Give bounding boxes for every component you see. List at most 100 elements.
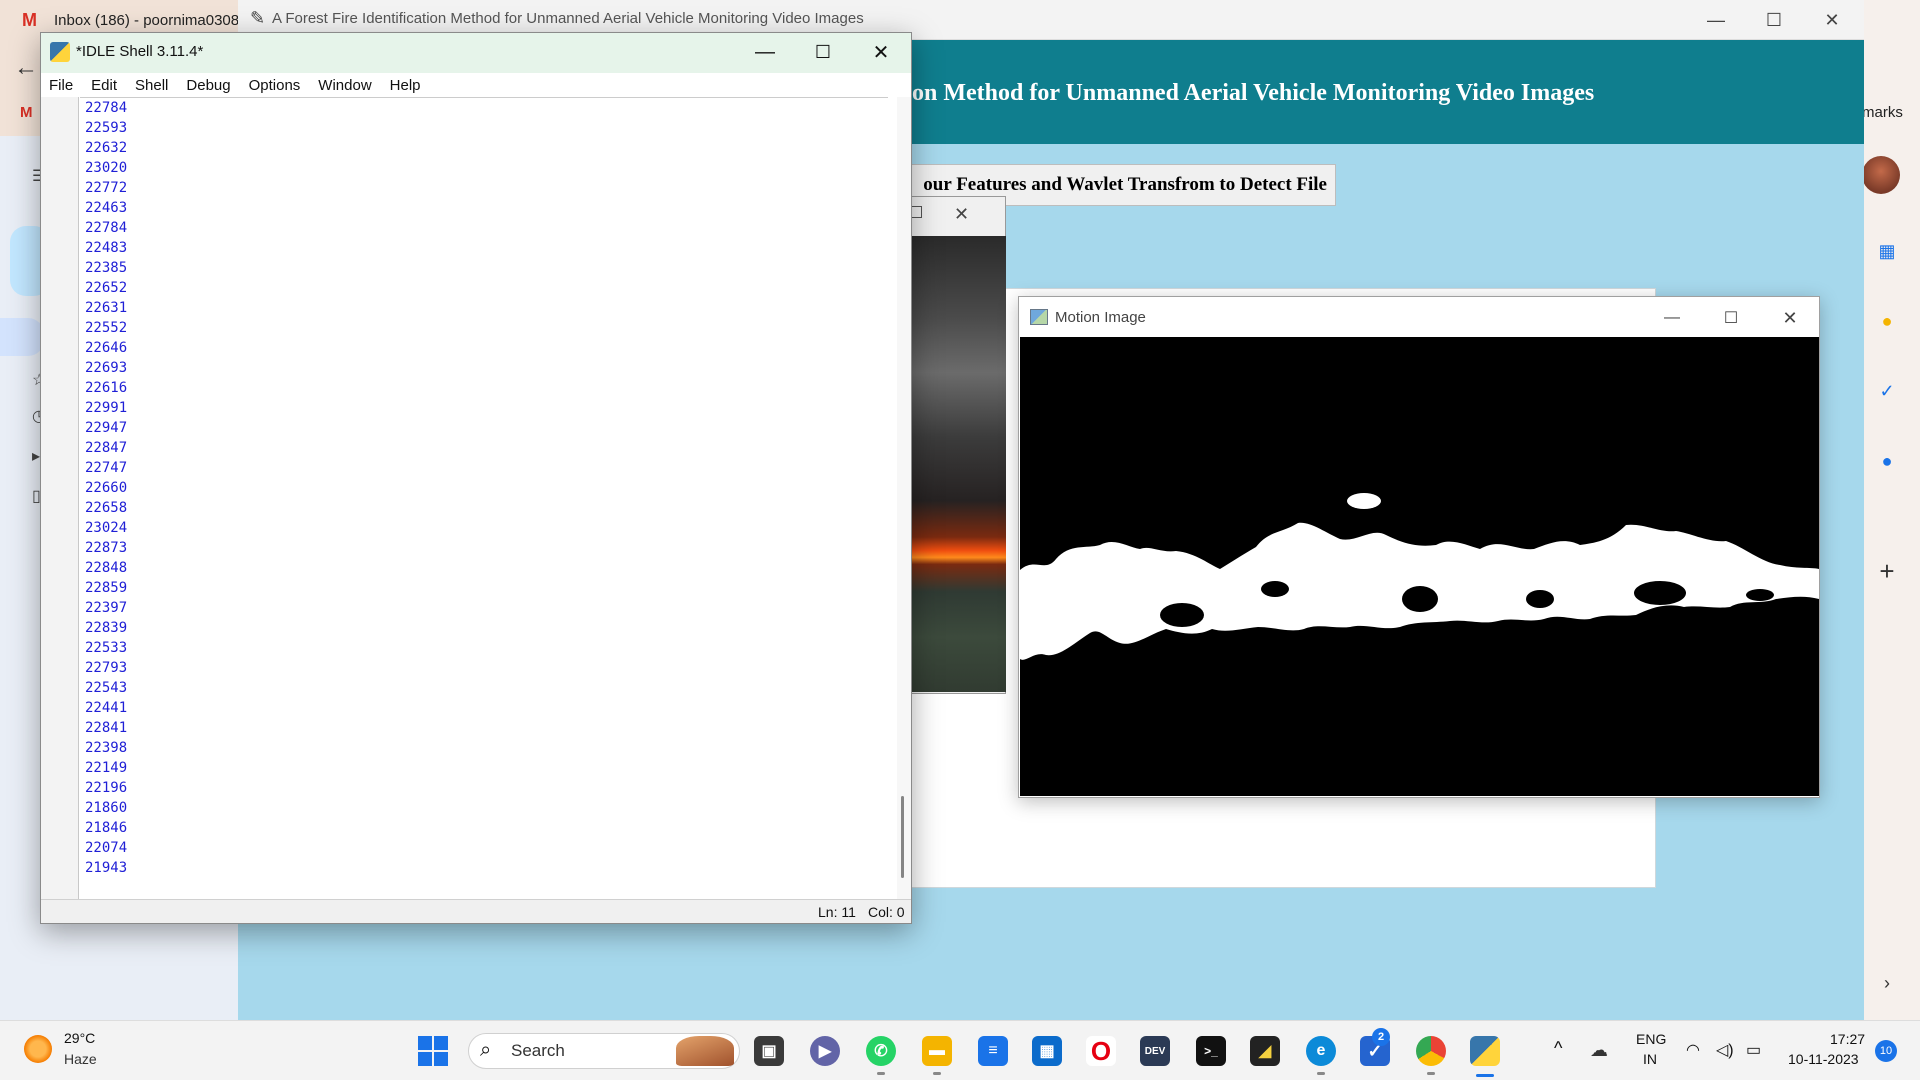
motion-window-title: Motion Image: [1055, 309, 1146, 326]
shell-output-line: 22793: [85, 660, 128, 676]
menu-shell[interactable]: Shell: [135, 77, 168, 94]
notepad-icon[interactable]: ≡: [978, 1036, 1008, 1066]
shell-output-line: 22693: [85, 360, 128, 376]
back-arrow-icon[interactable]: ←: [14, 54, 38, 82]
shell-output: 22784 22593 22632 23020 22772 22463 22784 22483…: [85, 98, 127, 878]
running-indicator: [1317, 1072, 1325, 1075]
file-explorer-icon[interactable]: ▬: [922, 1036, 952, 1066]
maximize-icon[interactable]: ☐: [1711, 304, 1751, 332]
shell-output-line: 22991: [85, 400, 128, 416]
sticky-notes-icon[interactable]: ◢: [1250, 1036, 1280, 1066]
sidebar-item-inbox[interactable]: [0, 318, 44, 356]
maximize-icon[interactable]: ☐: [1754, 6, 1794, 34]
menu-file[interactable]: File: [49, 77, 73, 94]
shell-output-line: 22839: [85, 620, 128, 636]
weather-temperature[interactable]: 29°C: [64, 1030, 95, 1046]
edge-icon[interactable]: e: [1306, 1036, 1336, 1066]
close-icon[interactable]: ✕: [1770, 304, 1810, 332]
clock-date[interactable]: 10-11-2023: [1788, 1051, 1859, 1067]
image-window-icon: [1030, 309, 1048, 325]
taskbar: [0, 1020, 1920, 1080]
shell-output-line: 22441: [85, 700, 128, 716]
maximize-icon[interactable]: ☐: [802, 38, 844, 66]
close-icon[interactable]: ✕: [1812, 6, 1852, 34]
label-icon[interactable]: ▸: [32, 446, 40, 466]
shell-output-line: 21943: [85, 860, 128, 876]
running-indicator: [877, 1072, 885, 1075]
shell-output-line: 21860: [85, 800, 128, 816]
region-indicator[interactable]: IN: [1643, 1051, 1657, 1067]
shell-output-line: 22483: [85, 240, 128, 256]
contacts-icon[interactable]: ●: [1876, 450, 1898, 472]
shell-output-line: 22533: [85, 640, 128, 656]
shell-output-line: 22784: [85, 100, 128, 116]
motion-mask-image: [1020, 337, 1819, 796]
chrome-icon[interactable]: [1416, 1036, 1446, 1066]
search-icon: ⌕: [480, 1039, 492, 1061]
browser-tab-inbox[interactable]: M Inbox (186) - poornima0308: [22, 8, 242, 32]
shell-output-line: 22747: [85, 460, 128, 476]
minimize-icon[interactable]: —: [1652, 304, 1692, 332]
dev-cpp-icon[interactable]: DEV: [1140, 1036, 1170, 1066]
minimize-icon[interactable]: —: [1696, 6, 1736, 34]
terminal-icon[interactable]: >_: [1196, 1036, 1226, 1066]
opera-icon[interactable]: O: [1086, 1036, 1116, 1066]
shell-output-line: 22616: [85, 380, 128, 396]
clock-time[interactable]: 17:27: [1830, 1031, 1865, 1047]
python-idle-taskbar-icon[interactable]: [1470, 1036, 1500, 1066]
shell-output-line: 23020: [85, 160, 128, 176]
chevron-up-icon[interactable]: ^: [1554, 1038, 1562, 1059]
search-highlight-image[interactable]: [676, 1036, 734, 1066]
start-button[interactable]: [418, 1036, 448, 1066]
gmail-bookmark-icon[interactable]: M: [20, 104, 33, 121]
bookmarks-label[interactable]: marks: [1862, 104, 1903, 121]
menu-help[interactable]: Help: [390, 77, 421, 94]
shell-output-line: 22841: [85, 720, 128, 736]
avatar[interactable]: [1862, 156, 1900, 194]
menu-options[interactable]: Options: [249, 77, 301, 94]
shell-output-line: 22660: [85, 480, 128, 496]
search-label: Search: [511, 1041, 565, 1060]
keep-icon[interactable]: ●: [1876, 310, 1898, 332]
whatsapp-icon[interactable]: ✆: [866, 1036, 896, 1066]
shell-output-line: 22859: [85, 580, 128, 596]
menu-window[interactable]: Window: [318, 77, 371, 94]
tasks-icon[interactable]: ✓: [1876, 380, 1898, 402]
wifi-icon[interactable]: ◠: [1686, 1040, 1700, 1060]
close-icon[interactable]: ✕: [954, 204, 969, 225]
scrollbar-thumb[interactable]: [901, 796, 904, 878]
weather-description[interactable]: Haze: [64, 1051, 97, 1067]
menu-edit[interactable]: Edit: [91, 77, 117, 94]
running-indicator: [933, 1072, 941, 1075]
menu-debug[interactable]: Debug: [186, 77, 230, 94]
microsoft-store-icon[interactable]: ▦: [1032, 1036, 1062, 1066]
shell-output-line: 22397: [85, 600, 128, 616]
shell-output-line: 22149: [85, 760, 128, 776]
minimize-icon[interactable]: —: [744, 38, 786, 66]
task-view-icon[interactable]: ▣: [754, 1036, 784, 1066]
shell-output-line: 22463: [85, 200, 128, 216]
onedrive-icon[interactable]: ☁: [1590, 1040, 1608, 1061]
add-icon[interactable]: +: [1876, 556, 1898, 586]
shell-output-line: 22552: [85, 320, 128, 336]
python-icon: [50, 42, 70, 62]
vertical-scrollbar[interactable]: [897, 97, 911, 899]
status-line: Ln: 11: [818, 904, 856, 920]
gmail-side-panel: [1864, 0, 1920, 1020]
idle-status-bar: [41, 899, 911, 923]
teams-chat-icon[interactable]: ▶: [810, 1036, 840, 1066]
battery-icon[interactable]: ▭: [1746, 1040, 1761, 1060]
shell-output-line: 22784: [85, 220, 128, 236]
chevron-right-icon[interactable]: ›: [1876, 972, 1898, 994]
shell-text-area[interactable]: [80, 97, 888, 899]
status-column: Col: 0: [868, 904, 905, 920]
close-icon[interactable]: ✕: [860, 38, 902, 66]
todo-badge: 2: [1372, 1028, 1390, 1046]
volume-icon[interactable]: ◁): [1716, 1040, 1734, 1060]
notification-badge[interactable]: 10: [1875, 1040, 1897, 1062]
shell-output-line: 22947: [85, 420, 128, 436]
language-indicator[interactable]: ENG: [1636, 1031, 1666, 1047]
shell-output-line: 22398: [85, 740, 128, 756]
calendar-icon[interactable]: ▦: [1876, 240, 1898, 262]
weather-haze-icon[interactable]: [24, 1035, 52, 1063]
